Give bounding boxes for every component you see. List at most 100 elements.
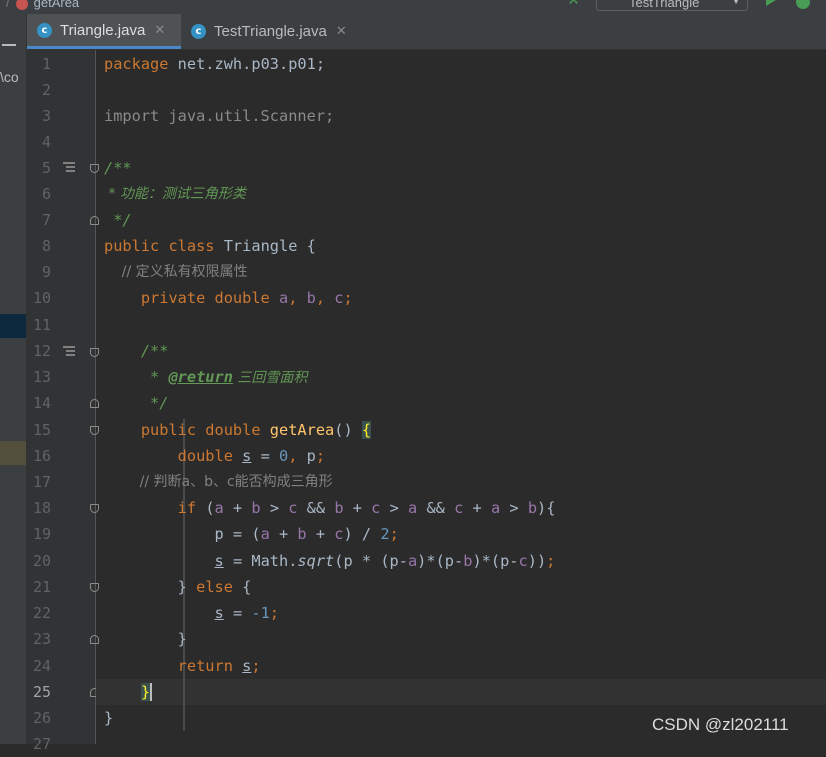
- breadcrumb-separator: /: [6, 0, 10, 10]
- build-icon[interactable]: ⚒: [567, 0, 580, 8]
- line-number: 6: [41, 185, 51, 203]
- doc-comment: */: [104, 394, 169, 412]
- code-line: private double a, b, c;: [104, 289, 353, 307]
- watermark: CSDN @zl202111: [652, 715, 789, 734]
- tab-testtriangle-java[interactable]: c TestTriangle.java ✕: [181, 14, 361, 49]
- code-line: if (a + b > c && b + c > a && c + a > b)…: [104, 499, 556, 517]
- breadcrumb-method[interactable]: getArea: [34, 0, 80, 10]
- tab-label: Triangle.java: [60, 21, 146, 39]
- line-comment: // 定义私有权限属性: [104, 264, 248, 280]
- tab-triangle-java[interactable]: c Triangle.java ✕: [27, 14, 181, 49]
- field: b: [306, 289, 316, 307]
- variable: s: [214, 552, 224, 570]
- rendered-doc-icon[interactable]: [63, 346, 75, 356]
- project-panel: \co: [0, 14, 27, 744]
- line-number: 21: [32, 578, 51, 596]
- rendered-doc-icon[interactable]: [63, 162, 75, 172]
- line-number: 14: [32, 394, 51, 412]
- line-number: 23: [32, 630, 51, 648]
- class-icon: c: [37, 22, 52, 38]
- doc-comment: */: [104, 211, 132, 229]
- close-icon[interactable]: ✕: [154, 23, 165, 38]
- line-number: 11: [32, 316, 51, 334]
- method-icon: [15, 0, 28, 10]
- brace: {: [232, 578, 252, 596]
- editor-gutter[interactable]: 1 2 3 4 5 6 7 8 9 10 11 12 13 14 15 16 1…: [27, 50, 99, 753]
- line-number: 17: [32, 473, 51, 491]
- breadcrumb[interactable]: / getArea: [6, 0, 79, 10]
- code-line-current: }: [104, 679, 153, 705]
- line-number: 26: [32, 709, 51, 727]
- code-line: return s;: [104, 657, 261, 675]
- variable: s: [242, 657, 252, 675]
- line-number: 3: [41, 107, 51, 125]
- doc-comment: /**: [104, 159, 132, 177]
- matched-brace: {: [361, 421, 372, 439]
- method-name: getArea: [269, 421, 335, 439]
- close-icon[interactable]: ✕: [336, 24, 347, 39]
- variable: s: [214, 604, 224, 622]
- line-number: 4: [41, 133, 51, 151]
- number: 2: [380, 525, 390, 543]
- line-number-current: 25: [32, 683, 51, 701]
- line-number: 10: [32, 289, 51, 307]
- line-number: 15: [32, 421, 51, 439]
- class-icon: c: [191, 24, 206, 39]
- editor-tabs: c Triangle.java ✕ c TestTriangle.java ✕: [27, 14, 826, 50]
- project-tree-highlight[interactable]: [0, 441, 26, 465]
- class-name: Triangle {: [214, 237, 316, 255]
- parens: (): [334, 421, 362, 439]
- keyword: public class: [104, 237, 215, 255]
- chevron-down-icon: ▼: [731, 0, 741, 7]
- line-number: 18: [32, 499, 51, 517]
- doc-tag: @return: [168, 368, 233, 386]
- code-line: double s = 0, p;: [104, 447, 326, 465]
- project-tree-path[interactable]: \co: [0, 69, 19, 85]
- line-number: 20: [32, 552, 51, 570]
- code-line: s = -1;: [214, 604, 280, 622]
- run-configuration-label: TestTriangle: [629, 0, 700, 10]
- brace: }: [104, 578, 197, 596]
- doc-comment: * @return 三回雪面积: [104, 364, 307, 391]
- line-number: 2: [41, 81, 51, 99]
- method-call: sqrt: [297, 552, 335, 570]
- keyword: return: [104, 657, 233, 675]
- collapse-icon[interactable]: [2, 44, 16, 46]
- line-number: 19: [32, 525, 51, 543]
- code-line: } else {: [104, 574, 252, 600]
- doc-text: 三回雪面积: [232, 370, 308, 386]
- debug-icon[interactable]: [796, 0, 810, 9]
- line-number: 12: [32, 342, 51, 360]
- tab-label: TestTriangle.java: [214, 23, 327, 40]
- field: a: [279, 289, 289, 307]
- code-line: public double getArea() {: [104, 417, 372, 443]
- number: 0: [279, 447, 289, 465]
- keyword: if: [104, 499, 197, 517]
- run-icon[interactable]: [766, 0, 776, 6]
- keyword: else: [196, 578, 233, 596]
- variable: p: [297, 447, 316, 465]
- code-line: p = (a + b + c) / 2;: [104, 525, 399, 543]
- code-line: package net.zwh.p03.p01;: [104, 51, 325, 77]
- project-tree-selection[interactable]: [0, 314, 26, 338]
- code-line: public class Triangle {: [104, 233, 316, 259]
- line-number: 1: [41, 55, 51, 73]
- keyword: package: [104, 55, 169, 73]
- navigation-bar: / getArea ⚒ TestTriangle ▼: [0, 0, 826, 14]
- field: c: [334, 289, 344, 307]
- package-name: net.zwh.p03.p01;: [168, 55, 326, 73]
- line-number: 8: [41, 237, 51, 255]
- code-line: }: [104, 709, 114, 727]
- code-editor[interactable]: package net.zwh.p03.p01; import java.uti…: [96, 50, 826, 744]
- matched-brace: }: [140, 683, 153, 701]
- number: -1: [251, 604, 270, 622]
- doc-comment: /**: [104, 342, 169, 360]
- line-number: 7: [41, 211, 51, 229]
- variable: s: [242, 447, 252, 465]
- line-number: 22: [32, 604, 51, 622]
- run-configuration-select[interactable]: TestTriangle ▼: [596, 0, 748, 11]
- doc-comment: * 功能：测试三角形类: [104, 186, 246, 202]
- code-line: }: [104, 630, 187, 648]
- current-line-highlight: [96, 679, 826, 705]
- doc-star: *: [104, 368, 169, 386]
